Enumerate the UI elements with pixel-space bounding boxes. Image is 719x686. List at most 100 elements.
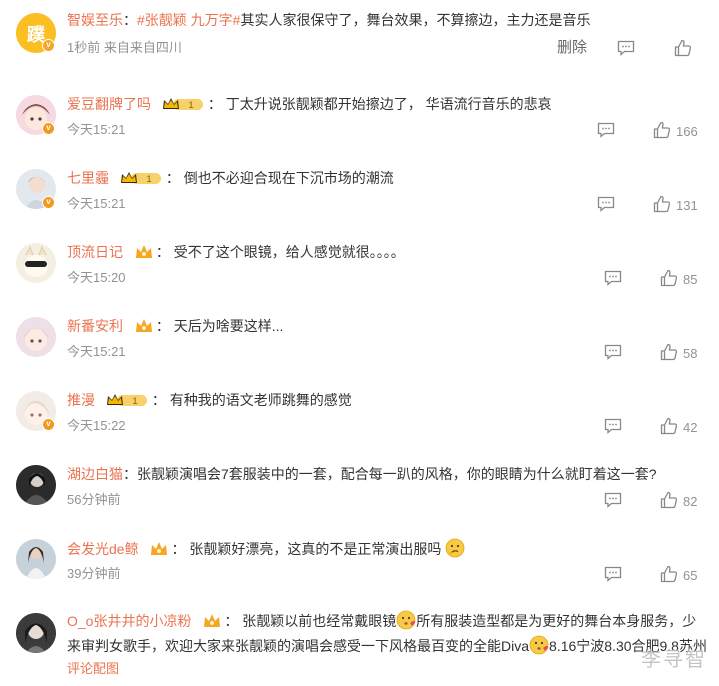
- verified-badge: v: [42, 39, 55, 52]
- badge-level-text: 1: [132, 396, 137, 406]
- comment-time: 39分钟前: [67, 566, 121, 581]
- comment-time: 56分钟前: [67, 492, 121, 507]
- thinking-emoji-icon: [445, 538, 465, 558]
- comment-line: 七里霾 1 ： 倒也不必迎合现在下沉市场的潮流: [67, 168, 394, 191]
- comment-icon: [604, 418, 622, 434]
- username[interactable]: 七里霾: [67, 170, 109, 186]
- topic-link[interactable]: #张靓颖 九万字#: [137, 12, 240, 28]
- like-count: 42: [683, 420, 698, 435]
- username[interactable]: 顶流日记: [67, 244, 123, 260]
- avatar[interactable]: [16, 539, 56, 579]
- like-button[interactable]: 58: [660, 343, 697, 363]
- comment-text: 倒也不必迎合现在下沉市场的潮流: [183, 170, 394, 186]
- small-crown-badge: [150, 541, 168, 562]
- like-count: 131: [676, 198, 698, 213]
- thumbs-up-icon: [660, 491, 678, 509]
- reply-button[interactable]: [604, 344, 622, 362]
- like-button[interactable]: 85: [660, 269, 697, 289]
- colon: ：: [155, 244, 170, 260]
- comment-text: 天后为啥要这样...: [173, 318, 284, 334]
- comment-text: 其实人家很保守了，舞台效果，不算擦边，主力还是音乐: [240, 12, 591, 28]
- crown-level-badge: 1: [161, 96, 205, 117]
- like-count: 82: [683, 494, 698, 509]
- like-button[interactable]: 42: [660, 417, 697, 437]
- comment-image-link[interactable]: 评论配图: [67, 660, 119, 678]
- like-count: 85: [683, 272, 698, 287]
- comment-line: 推漫 1 ： 有种我的语文老师跳舞的感觉: [67, 390, 352, 413]
- comment-time: 今天15:21: [67, 122, 126, 137]
- comment-item: 新番安利 ： 天后为啥要这样... 今天15:21 58: [0, 308, 719, 374]
- avatar[interactable]: [16, 243, 56, 283]
- colon: ：: [123, 466, 137, 482]
- username[interactable]: 推漫: [67, 392, 95, 408]
- comment-line: 湖边白猫：张靓颖演唱会7套服装中的一套，配合每一趴的风格，你的眼睛为什么就盯着这…: [67, 464, 657, 484]
- comment-line: 新番安利 ： 天后为啥要这样...: [67, 316, 283, 339]
- comment-icon: [604, 344, 622, 360]
- reply-button[interactable]: [597, 196, 615, 214]
- thumbs-up-icon: [660, 565, 678, 583]
- comment-text-a: 张靓颖以前也经常戴眼镜: [242, 613, 397, 629]
- like-button[interactable]: 65: [660, 565, 697, 585]
- colon: ：: [165, 170, 180, 186]
- colon: ：: [224, 613, 239, 629]
- comment-icon: [604, 566, 622, 582]
- comment-icon: [597, 196, 615, 212]
- colon: ：: [207, 96, 222, 112]
- reply-button[interactable]: [604, 566, 622, 584]
- comment-item: 顶流日记 ： 受不了这个眼镜，给人感觉就很。。。。 今天15:20 85: [0, 234, 719, 300]
- username[interactable]: 湖边白猫: [67, 466, 123, 482]
- reply-button[interactable]: [597, 122, 615, 140]
- comment-text: 有种我的语文老师跳舞的感觉: [169, 392, 352, 408]
- username[interactable]: 智娱至乐: [67, 12, 123, 28]
- username[interactable]: 会发光de鲸: [67, 541, 139, 557]
- colon: ：: [151, 392, 166, 408]
- delete-button[interactable]: 删除: [557, 39, 587, 57]
- comment-text: 受不了这个眼镜，给人感觉就很。。。。: [173, 244, 405, 260]
- thumbs-up-icon: [653, 121, 671, 139]
- watermark: 李寻智: [641, 649, 707, 671]
- reply-button[interactable]: [604, 270, 622, 288]
- kiss-emoji-icon: [529, 635, 549, 655]
- like-count: 58: [683, 346, 698, 361]
- thumbs-up-icon: [674, 39, 692, 57]
- comment-line: O_o张井井的小凉粉 ： 张靓颖以前也经常戴眼镜 所有服装造型都是为更好的舞台本身…: [67, 610, 707, 657]
- thumbs-up-icon: [653, 195, 671, 213]
- badge-level-text: 1: [146, 174, 151, 184]
- avatar[interactable]: [16, 465, 56, 505]
- verified-badge: v: [42, 122, 55, 135]
- thumbs-up-icon: [660, 417, 678, 435]
- comment-icon: [604, 492, 622, 508]
- own-comment: 蹼 v 智娱至乐：#张靓颖 九万字#其实人家很保守了，舞台效果，不算擦边，主力还…: [0, 0, 719, 80]
- like-button[interactable]: 131: [653, 195, 698, 215]
- comment-time: 今天15:21: [67, 196, 126, 211]
- crown-level-badge: 1: [105, 392, 149, 413]
- username[interactable]: 新番安利: [67, 318, 123, 334]
- comment-item: v 爱豆翻牌了吗 1 ： 丁太升说张靓颖都开始擦边了， 华语流行音乐的悲哀 今天…: [0, 86, 719, 152]
- colon: ：: [171, 541, 186, 557]
- username[interactable]: O_o张井井的小凉粉: [67, 613, 191, 629]
- like-button[interactable]: [674, 39, 692, 59]
- comment-icon: [604, 270, 622, 286]
- comment-line: 爱豆翻牌了吗 1 ： 丁太升说张靓颖都开始擦边了， 华语流行音乐的悲哀: [67, 94, 552, 117]
- thumbs-up-icon: [660, 269, 678, 287]
- colon: ：: [155, 318, 170, 334]
- comment-item: 会发光de鲸 ： 张靓颖好漂亮，这真的不是正常演出服吗 39分钟前 65: [0, 530, 719, 596]
- reply-button[interactable]: [604, 492, 622, 510]
- reply-button[interactable]: [617, 40, 635, 58]
- comment-line: 会发光de鲸 ： 张靓颖好漂亮，这真的不是正常演出服吗: [67, 538, 465, 562]
- comment-text: 丁太升说张靓颖都开始擦边了， 华语流行音乐的悲哀: [225, 96, 552, 112]
- small-crown-badge: [135, 244, 153, 265]
- like-button[interactable]: 82: [660, 491, 697, 511]
- reply-button[interactable]: [604, 418, 622, 436]
- comment-item: O_o张井井的小凉粉 ： 张靓颖以前也经常戴眼镜 所有服装造型都是为更好的舞台本身…: [0, 604, 719, 686]
- like-count: 166: [676, 124, 698, 139]
- avatar[interactable]: [16, 317, 56, 357]
- comment-time: 今天15:20: [67, 270, 126, 285]
- verified-badge: v: [42, 196, 55, 209]
- like-button[interactable]: 166: [653, 121, 698, 141]
- thumbs-up-icon: [660, 343, 678, 361]
- avatar[interactable]: [16, 613, 56, 653]
- username[interactable]: 爱豆翻牌了吗: [67, 96, 151, 112]
- comment-time: 今天15:21: [67, 344, 126, 359]
- comment-item: v 七里霾 1 ： 倒也不必迎合现在下沉市场的潮流 今天15:21 131: [0, 160, 719, 226]
